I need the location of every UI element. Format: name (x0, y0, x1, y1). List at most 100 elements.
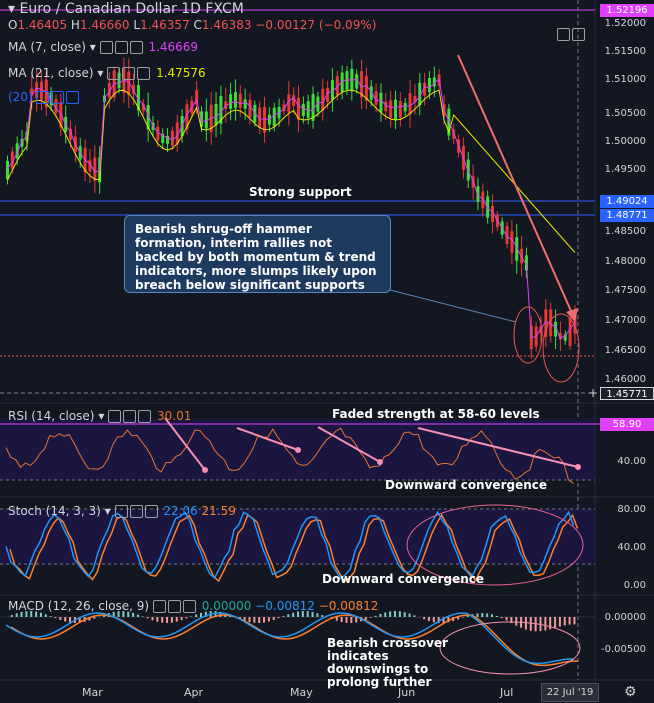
rsi-convergence-note: Downward convergence (385, 478, 548, 492)
close-icon[interactable] (137, 67, 151, 80)
rsi-tick-40: 40.00 (617, 456, 646, 467)
price-tick: 1.51000 (604, 74, 646, 85)
macd-hist-bar (54, 617, 57, 619)
candle-body (233, 92, 237, 108)
macd-signal-value: −0.00812 (318, 599, 379, 613)
chevron-down-icon[interactable]: ▾ (90, 40, 96, 54)
symbol-dropdown-icon[interactable]: ▾ (8, 1, 19, 17)
chevron-down-icon[interactable]: ▾ (98, 409, 104, 423)
macd-hist-bar (277, 617, 280, 619)
month-apr: Apr (184, 686, 204, 699)
analysis-callout: Bearish shrug-off hammer formation, inte… (124, 215, 391, 293)
candle-body (272, 107, 276, 127)
candle-body (398, 100, 402, 118)
ma7-label: MA (7, close) (8, 40, 86, 54)
macd-hist-bar (166, 617, 169, 623)
close-icon[interactable] (66, 91, 80, 104)
gear-icon[interactable] (122, 67, 136, 80)
macd-hist-bar (200, 612, 202, 617)
macd-legend[interactable]: MACD (12, 26, close, 9) 0.00000 −0.00812… (8, 599, 378, 613)
ma7-legend[interactable]: MA (7, close) ▾ 1.46669 (8, 40, 198, 54)
macd-hist-bar (146, 617, 149, 619)
gear-icon[interactable] (129, 505, 143, 518)
macd-hist-bar (272, 617, 275, 620)
settings-gear-icon[interactable]: ⚙ (624, 685, 637, 699)
stoch-legend[interactable]: Stoch (14, 3, 3) ▾ 22.06 21.59 (8, 504, 236, 518)
close-icon[interactable] (144, 505, 158, 518)
ma20-legend[interactable]: (20) (8, 90, 81, 104)
eye-icon[interactable] (108, 410, 122, 423)
eye-icon[interactable] (107, 67, 121, 80)
macd-hist-bar (505, 617, 508, 621)
close-pane-icon[interactable] (572, 28, 585, 41)
macd-hist-bar (491, 614, 493, 617)
price-tick: 1.52000 (604, 18, 646, 29)
macd-hist-bar (350, 617, 353, 623)
stoch-tick-0: 0.00 (623, 580, 646, 591)
rsi-label: RSI (14, close) (8, 409, 95, 423)
macd-hist-bar (10, 615, 13, 617)
eye-icon[interactable] (114, 505, 128, 518)
ma21-legend[interactable]: MA (21, close) ▾ 1.47576 (8, 66, 206, 80)
price-tick: 1.47000 (604, 315, 646, 326)
price-tag-crosshair: 1.45771 (600, 387, 654, 400)
candle-body (384, 101, 388, 112)
macd-hist-bar (44, 614, 47, 617)
chevron-down-icon[interactable]: ▾ (105, 504, 111, 518)
macd-hist-bar (379, 613, 382, 617)
ohlc-close-label: C (193, 18, 202, 32)
collapse-icon[interactable] (557, 28, 570, 41)
eye-icon[interactable] (99, 41, 113, 54)
close-icon[interactable] (138, 410, 152, 423)
chart-title: Euro / Canadian Dollar 1D FXCM (19, 1, 244, 17)
candle-body (93, 157, 97, 181)
macd-hist-bar (364, 617, 367, 620)
gear-icon[interactable] (114, 41, 128, 54)
macd-hist-bar (263, 617, 266, 623)
macd-hist-bar (486, 613, 489, 617)
macd-hist-bar (355, 617, 358, 623)
macd-hist-bar (554, 617, 557, 628)
macd-hist-bar (151, 617, 154, 621)
ohlc-high: 1.46660 (79, 18, 130, 32)
chart-stage[interactable]: ▾ Euro / Canadian Dollar 1D FXCM O1.4640… (0, 0, 654, 703)
macd-hist-bar (432, 617, 435, 623)
gear-icon[interactable] (123, 410, 137, 423)
stoch-tick-40: 40.00 (617, 542, 646, 553)
close-icon[interactable] (182, 600, 196, 613)
macd-hist-bar (340, 617, 343, 623)
macd-hist-bar (413, 615, 416, 617)
price-tick: 1.46000 (604, 374, 646, 385)
ohlc-change: −0.00127 (−0.09%) (255, 18, 377, 32)
macd-hist-bar (568, 617, 571, 625)
macd-hist-bar (170, 617, 173, 623)
pane-controls[interactable] (557, 27, 587, 41)
price-tag-top: 1.52196 (600, 4, 654, 17)
eye-icon[interactable] (152, 600, 166, 613)
gear-icon[interactable] (51, 91, 65, 104)
eye-icon[interactable] (36, 91, 50, 104)
price-tick: 1.50500 (604, 108, 646, 119)
price-tick: 1.46500 (604, 345, 646, 356)
macd-hist-bar (282, 616, 285, 617)
rsi-legend[interactable]: RSI (14, close) ▾ 30.01 (8, 409, 191, 423)
ohlc-low: 1.46357 (140, 18, 190, 32)
macd-hist-bar (384, 612, 387, 617)
rsi-value: 30.01 (157, 409, 192, 423)
gear-icon[interactable] (167, 600, 181, 613)
rsi-arrowhead (202, 467, 208, 473)
chart-title-row: ▾ Euro / Canadian Dollar 1D FXCM (8, 2, 244, 16)
macd-hist-bar (374, 615, 377, 617)
macd-hist-bar (64, 617, 67, 622)
macd-hist-bar (248, 617, 251, 622)
chart-canvas[interactable] (0, 0, 654, 703)
price-tick: 1.47500 (604, 285, 646, 296)
chevron-down-icon[interactable]: ▾ (97, 66, 103, 80)
candle-body (292, 95, 296, 107)
price-tick: 1.48500 (604, 226, 646, 237)
macd-hist-bar (495, 615, 498, 617)
price-tick: 1.48000 (604, 256, 646, 267)
close-icon[interactable] (129, 41, 143, 54)
plus-icon[interactable]: + (588, 387, 598, 399)
price-tag-support2: 1.48771 (600, 209, 654, 222)
